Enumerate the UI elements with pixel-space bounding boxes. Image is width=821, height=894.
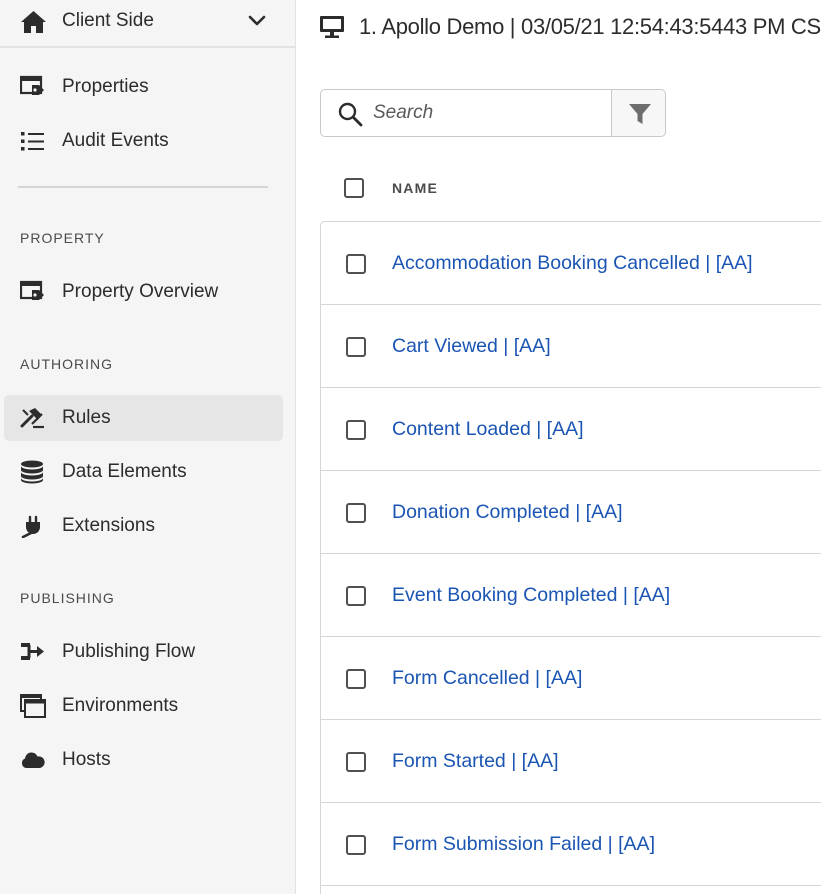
sidebar-item-audit-events[interactable]: Audit Events	[4, 118, 283, 164]
sidebar-divider	[18, 186, 268, 188]
column-header-name[interactable]: NAME	[392, 180, 438, 196]
sidebar-item-label: Rules	[62, 407, 111, 428]
sidebar-item-label: Publishing Flow	[62, 641, 196, 662]
row-checkbox[interactable]	[346, 337, 366, 357]
sidebar-item-extensions[interactable]: Extensions	[4, 503, 283, 549]
sidebar-item-hosts[interactable]: Hosts	[4, 737, 283, 783]
rule-link[interactable]: Form Started | [AA]	[392, 750, 559, 773]
sidebar-item-label: Audit Events	[62, 130, 169, 151]
home-icon	[21, 11, 46, 33]
table-row[interactable]: Form Started | [AA]	[321, 720, 821, 803]
sidebar-item-label: Property Overview	[62, 281, 219, 302]
rule-link[interactable]: Cart Viewed | [AA]	[392, 335, 551, 358]
sidebar: Client Side Properties Audit Events PROP…	[0, 0, 296, 894]
row-checkbox[interactable]	[346, 503, 366, 523]
row-checkbox[interactable]	[346, 669, 366, 689]
list-icon	[21, 132, 44, 151]
sidebar-item-label: Hosts	[62, 749, 111, 770]
table-header: NAME	[320, 164, 821, 210]
sidebar-item-publishing-flow[interactable]: Publishing Flow	[4, 629, 283, 675]
row-checkbox[interactable]	[346, 835, 366, 855]
sidebar-item-label: Data Elements	[62, 461, 187, 482]
properties-icon	[20, 75, 44, 95]
publishing-flow-icon	[21, 643, 44, 660]
section-heading-authoring: AUTHORING	[20, 356, 113, 372]
select-all-checkbox[interactable]	[344, 178, 364, 198]
sidebar-item-property-overview[interactable]: Property Overview	[4, 269, 283, 315]
rule-link[interactable]: Donation Completed | [AA]	[392, 501, 623, 524]
search-icon	[338, 102, 363, 127]
page-title: 1. Apollo Demo | 03/05/21 12:54:43:5443 …	[359, 14, 821, 39]
table-row[interactable]: Form Submission Failed | [AA]	[321, 803, 821, 886]
company-switcher[interactable]: Client Side	[0, 0, 296, 48]
rule-link[interactable]: Content Loaded | [AA]	[392, 418, 584, 441]
windows-icon	[20, 694, 46, 718]
rules-icon	[20, 408, 44, 429]
table-row[interactable]: Event Booking Completed | [AA]	[321, 554, 821, 637]
search-input[interactable]	[373, 98, 603, 128]
table-row[interactable]: Accommodation Booking Cancelled | [AA]	[321, 222, 821, 305]
section-heading-publishing: PUBLISHING	[20, 590, 115, 606]
sidebar-item-rules[interactable]: Rules	[4, 395, 283, 441]
rule-link[interactable]: Form Cancelled | [AA]	[392, 667, 582, 690]
sidebar-item-environments[interactable]: Environments	[4, 683, 283, 729]
filter-button[interactable]	[611, 89, 666, 137]
chevron-down-icon[interactable]	[247, 13, 267, 29]
table-row[interactable]: Form Cancelled | [AA]	[321, 637, 821, 720]
properties-icon	[20, 280, 44, 300]
property-header: 1. Apollo Demo | 03/05/21 12:54:43:5443 …	[319, 10, 821, 44]
rule-link[interactable]: Accommodation Booking Cancelled | [AA]	[392, 252, 753, 275]
search-field[interactable]	[320, 89, 666, 137]
row-checkbox[interactable]	[346, 586, 366, 606]
main-panel: 1. Apollo Demo | 03/05/21 12:54:43:5443 …	[297, 0, 821, 894]
company-label: Client Side	[62, 10, 154, 31]
database-icon	[21, 460, 43, 484]
monitor-icon	[320, 16, 344, 38]
table-row[interactable]: Donation Completed | [AA]	[321, 471, 821, 554]
sidebar-item-label: Extensions	[62, 515, 155, 536]
cloud-icon	[21, 752, 45, 768]
section-heading-property: PROPERTY	[20, 230, 105, 246]
sidebar-item-properties[interactable]: Properties	[4, 64, 283, 110]
rule-link[interactable]: Event Booking Completed | [AA]	[392, 584, 670, 607]
rule-link[interactable]: Form Submission Failed | [AA]	[392, 833, 655, 856]
plug-icon	[21, 515, 40, 538]
sidebar-item-label: Properties	[62, 76, 149, 97]
filter-icon	[629, 104, 651, 124]
table-row[interactable]: Cart Viewed | [AA]	[321, 305, 821, 388]
row-checkbox[interactable]	[346, 420, 366, 440]
row-checkbox[interactable]	[346, 752, 366, 772]
rules-table: Accommodation Booking Cancelled | [AA] C…	[320, 221, 821, 894]
table-row[interactable]: Content Loaded | [AA]	[321, 388, 821, 471]
sidebar-item-data-elements[interactable]: Data Elements	[4, 449, 283, 495]
row-checkbox[interactable]	[346, 254, 366, 274]
sidebar-item-label: Environments	[62, 695, 179, 716]
